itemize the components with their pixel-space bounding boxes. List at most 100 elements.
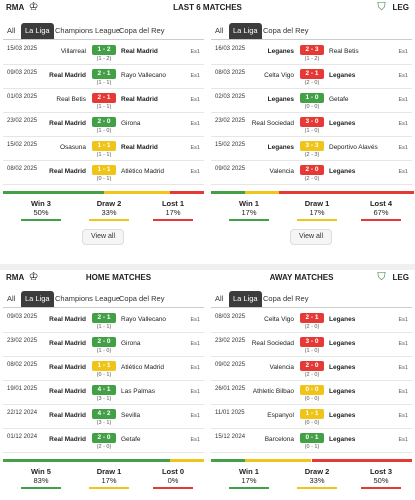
tab-bar: All La Liga Copa del Rey — [211, 291, 412, 308]
leganes-crest-icon: ⛉ — [377, 1, 386, 13]
last6-header: RMA ♔ LAST 6 MATCHES ⛉ LEG — [0, 0, 415, 16]
match-row[interactable]: 15/12 2024 Barcelona 0 - 1 (0 - 1) Leganes Es… — [211, 431, 412, 453]
match-row[interactable]: 15/02 2025 Osasuna 1 - 1 (1 - 1) Real Madrid… — [3, 139, 204, 161]
home-team: Real Madrid — [49, 120, 86, 127]
match-row[interactable]: 15/03 2025 Villarreal 1 - 2 (1 - 2) Real Mad… — [3, 43, 204, 65]
competition-code: Es1 — [190, 365, 200, 371]
home-team: Espanyol — [267, 412, 294, 419]
match-row[interactable]: 01/12 2024 Real Madrid 2 - 0 (2 - 0) Getafe E… — [3, 431, 204, 453]
halftime-score: (2 - 0) — [304, 324, 320, 330]
result-bar-draw — [245, 191, 280, 194]
home-team: Villarreal — [60, 48, 86, 55]
score-badge: 1 - 1 — [92, 361, 116, 371]
stat-draw-percent: 33% — [101, 208, 117, 217]
stat-loss: Lost 3 50% — [361, 467, 401, 485]
match-row[interactable]: 26/01 2025 Athletic Bilbao 0 - 0 (0 - 0) Leg… — [211, 383, 412, 405]
score-badge: 2 - 1 — [92, 313, 116, 323]
tab-all[interactable]: All — [3, 23, 19, 39]
halftime-score: (1 - 0) — [96, 128, 112, 134]
away-team: Leganes — [329, 364, 356, 371]
tab-champions-league[interactable]: Champions League — [51, 23, 124, 39]
competition-code: Es1 — [190, 145, 200, 151]
result-bar-loss — [279, 191, 414, 194]
match-row[interactable]: 01/03 2025 Real Betis 2 - 1 (1 - 1) Real Mad… — [3, 91, 204, 113]
stat-win: Win 1 17% — [229, 467, 269, 485]
tab-copa-del-rey[interactable]: Copa del Rey — [259, 291, 312, 307]
away-team: Getafe — [329, 96, 349, 103]
home-team: Leganes — [267, 144, 294, 151]
competition-code: Es1 — [190, 389, 200, 395]
home-team: Real Madrid — [49, 412, 86, 419]
away-team: Las Palmas — [121, 388, 155, 395]
score-badge: 3 - 3 — [300, 141, 324, 151]
match-row[interactable]: 08/03 2025 Celta Vigo 2 - 1 (2 - 0) Leganes E… — [211, 311, 412, 333]
last6-left-panel: All La Liga Champions League Copa del Rey 15… — [3, 23, 204, 263]
match-row[interactable]: 02/03 2025 Leganes 1 - 0 (0 - 0) Getafe Es1 — [211, 91, 412, 113]
match-row[interactable]: 09/02 2025 Valencia 2 - 0 (2 - 0) Leganes Es1 — [211, 359, 412, 381]
stat-draw-percent: 33% — [309, 476, 325, 485]
halftime-score: (0 - 0) — [304, 420, 320, 426]
match-date: 23/02 2025 — [215, 338, 246, 344]
match-row[interactable]: 09/03 2025 Real Madrid 2 - 1 (1 - 1) Rayo Va… — [3, 311, 204, 333]
away-team: Leganes — [329, 316, 356, 323]
score-badge: 2 - 0 — [300, 165, 324, 175]
match-row[interactable]: 23/02 2025 Real Madrid 2 - 0 (1 - 0) Girona E… — [3, 115, 204, 137]
stat-loss-label: Lost 0 — [161, 467, 185, 476]
match-row[interactable]: 09/03 2025 Real Madrid 2 - 1 (1 - 1) Rayo Va… — [3, 67, 204, 89]
match-row[interactable]: 23/02 2025 Real Sociedad 3 - 0 (1 - 0) Legan… — [211, 335, 412, 357]
tab-bar: All La Liga Copa del Rey — [211, 23, 412, 40]
match-row[interactable]: 23/02 2025 Real Sociedad 3 - 0 (1 - 0) Legan… — [211, 115, 412, 137]
tab-copa-del-rey[interactable]: Copa del Rey — [115, 23, 168, 39]
tab-all[interactable]: All — [211, 291, 227, 307]
home-team: Real Madrid — [49, 340, 86, 347]
match-date: 23/02 2025 — [7, 338, 38, 344]
tab-all[interactable]: All — [211, 23, 227, 39]
match-row[interactable]: 15/02 2025 Leganes 3 - 3 (2 - 3) Deportivo A… — [211, 139, 412, 161]
match-date: 23/02 2025 — [215, 118, 246, 124]
halftime-score: (1 - 1) — [96, 152, 112, 158]
stat-loss-underline — [361, 487, 401, 489]
match-row[interactable]: 09/02 2025 Valencia 2 - 0 (2 - 0) Leganes Es1 — [211, 163, 412, 185]
tab-la-liga[interactable]: La Liga — [229, 291, 262, 307]
score-badge: 4 - 1 — [92, 385, 116, 395]
score-badge: 3 - 0 — [300, 117, 324, 127]
tab-la-liga[interactable]: La Liga — [229, 23, 262, 39]
home-team: Leganes — [267, 48, 294, 55]
match-row[interactable]: 08/02 2025 Real Madrid 1 - 1 (0 - 1) Atlétic… — [3, 163, 204, 185]
stat-win-percent: 17% — [241, 476, 257, 485]
match-row[interactable]: 11/01 2025 Espanyol 1 - 1 (0 - 0) Leganes Es1 — [211, 407, 412, 429]
tab-la-liga[interactable]: La Liga — [21, 291, 54, 307]
match-row[interactable]: 08/02 2025 Real Madrid 1 - 1 (0 - 1) Atlétic… — [3, 359, 204, 381]
score-badge: 4 - 2 — [92, 409, 116, 419]
stat-win: Win 1 17% — [229, 199, 269, 217]
tab-la-liga[interactable]: La Liga — [21, 23, 54, 39]
view-all-button[interactable]: View all — [290, 229, 332, 245]
away-header: AWAY MATCHES ⛉ LEG — [208, 270, 415, 286]
stat-draw-underline — [297, 219, 337, 221]
score-badge: 0 - 1 — [300, 433, 324, 443]
match-row[interactable]: 23/02 2025 Real Madrid 2 - 0 (1 - 0) Girona E… — [3, 335, 204, 357]
tab-all[interactable]: All — [3, 291, 19, 307]
stat-win-label: Win 3 — [31, 199, 51, 208]
match-row[interactable]: 08/03 2025 Celta Vigo 2 - 1 (2 - 0) Leganes E… — [211, 67, 412, 89]
tab-copa-del-rey[interactable]: Copa del Rey — [115, 291, 168, 307]
away-team: Leganes — [329, 388, 356, 395]
away-team: Atlético Madrid — [121, 168, 164, 175]
score-badge: 1 - 0 — [300, 93, 324, 103]
view-all-button[interactable]: View all — [82, 229, 124, 245]
stat-win-percent: 50% — [33, 208, 49, 217]
match-row[interactable]: 22/12 2024 Real Madrid 4 - 2 (3 - 1) Sevilla… — [3, 407, 204, 429]
stat-loss: Lost 1 17% — [153, 199, 193, 217]
competition-code: Es1 — [398, 317, 408, 323]
away-team: Leganes — [329, 436, 356, 443]
match-row[interactable]: 19/01 2025 Real Madrid 4 - 1 (3 - 1) Las Pal… — [3, 383, 204, 405]
tab-champions-league[interactable]: Champions League — [51, 291, 124, 307]
match-row[interactable]: 16/03 2025 Leganes 2 - 3 (1 - 2) Real Betis E… — [211, 43, 412, 65]
halftime-score: (0 - 0) — [304, 104, 320, 110]
match-date: 08/02 2025 — [7, 362, 38, 368]
home-team: Real Madrid — [49, 72, 86, 79]
tab-copa-del-rey[interactable]: Copa del Rey — [259, 23, 312, 39]
leganes-crest-icon: ⛉ — [377, 271, 386, 283]
away-team: Sevilla — [121, 412, 141, 419]
halftime-score: (0 - 1) — [96, 372, 112, 378]
